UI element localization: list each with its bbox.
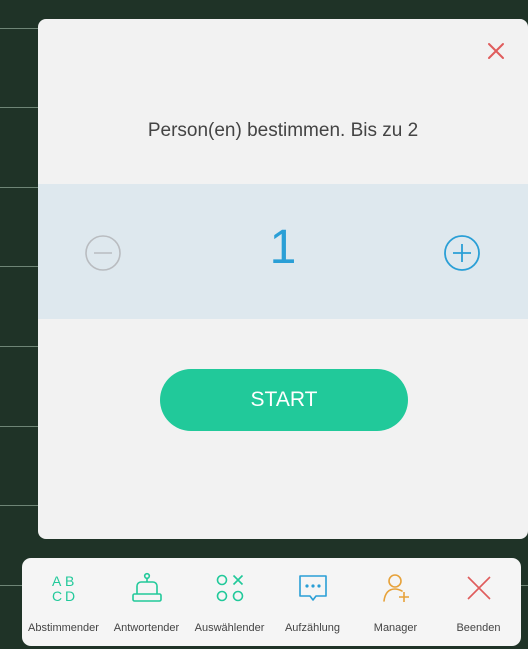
bell-icon: [105, 570, 188, 606]
bottom-toolbar: A B C D Abstimmender Antwortender Auswäh…: [22, 558, 521, 646]
tool-label: Antwortender: [113, 622, 180, 634]
close-icon[interactable]: [486, 41, 506, 61]
svg-text:D: D: [65, 588, 75, 603]
tool-auswaehlender[interactable]: Auswählender: [188, 558, 271, 646]
svg-text:B: B: [65, 573, 74, 589]
svg-text:A: A: [52, 573, 62, 589]
svg-text:C: C: [52, 588, 62, 603]
chat-list-icon: [271, 570, 354, 606]
tool-abstimmender[interactable]: A B C D Abstimmender: [22, 558, 105, 646]
tool-antwortender[interactable]: Antwortender: [105, 558, 188, 646]
tool-manager[interactable]: Manager: [354, 558, 437, 646]
tool-label: Aufzählung: [284, 622, 341, 634]
quantity-stepper: 1: [38, 184, 528, 319]
plus-circle-icon: [444, 235, 480, 271]
add-user-icon: [354, 570, 437, 606]
random-select-icon: [188, 570, 271, 606]
increment-button[interactable]: [443, 234, 481, 272]
abcd-icon: A B C D: [22, 570, 105, 606]
tool-label: Auswählender: [194, 622, 265, 634]
random-pick-dialog: Person(en) bestimmen. Bis zu 2 1 START: [38, 19, 528, 539]
tool-aufzaehlung[interactable]: Aufzählung: [271, 558, 354, 646]
close-icon: [437, 570, 520, 606]
tool-label: Abstimmender: [28, 622, 99, 634]
tool-beenden[interactable]: Beenden: [437, 558, 520, 646]
start-button[interactable]: START: [160, 369, 408, 431]
dialog-title: Person(en) bestimmen. Bis zu 2: [147, 120, 419, 141]
tool-label: Manager: [373, 622, 418, 634]
tool-label: Beenden: [456, 622, 501, 634]
